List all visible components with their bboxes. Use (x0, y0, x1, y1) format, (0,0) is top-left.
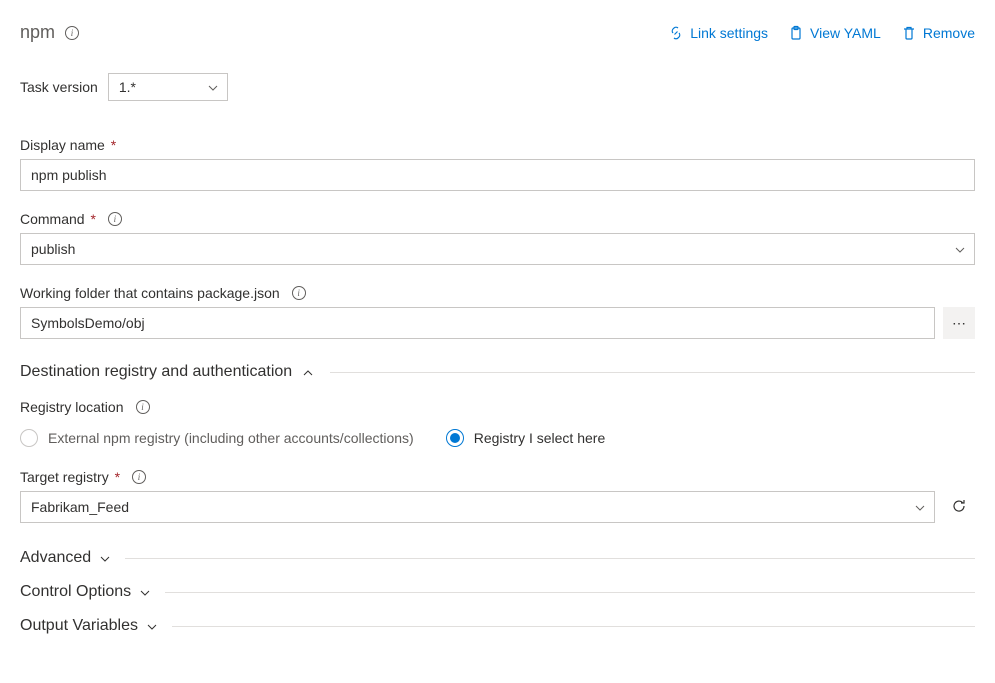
radio-select-here[interactable]: Registry I select here (446, 429, 606, 447)
chevron-down-icon (146, 621, 156, 631)
header-left: npm i (20, 22, 79, 43)
refresh-button[interactable] (943, 491, 975, 523)
ellipsis-icon: ⋯ (952, 315, 966, 332)
radio-circle-selected (446, 429, 464, 447)
task-version-value: 1.* (119, 79, 136, 95)
display-name-input[interactable] (20, 159, 975, 191)
header-links: Link settings View YAML Remove (668, 25, 975, 41)
section-output-variables[interactable]: Output Variables (20, 617, 975, 635)
chevron-down-icon (207, 82, 217, 92)
section-destination-registry[interactable]: Destination registry and authentication (20, 363, 975, 381)
section-control-options-label: Control Options (20, 583, 131, 601)
target-registry-label-row: Target registry * i (20, 469, 975, 485)
registry-location-label-row: Registry location i (20, 399, 975, 415)
collapsed-sections: Advanced Control Options Output Variable… (20, 549, 975, 635)
refresh-icon (951, 498, 967, 517)
command-label-row: Command * i (20, 211, 975, 227)
task-version-row: Task version 1.* (20, 73, 975, 101)
chevron-down-icon (954, 244, 964, 254)
task-version-label: Task version (20, 79, 98, 95)
link-settings-label: Link settings (690, 25, 768, 41)
display-name-field: Display name * (20, 137, 975, 191)
radio-select-here-label: Registry I select here (474, 430, 606, 446)
registry-location-label: Registry location (20, 399, 124, 415)
target-registry-select[interactable]: Fabrikam_Feed (20, 491, 935, 523)
clipboard-icon (788, 25, 804, 41)
divider (330, 372, 975, 373)
radio-external-registry[interactable]: External npm registry (including other a… (20, 429, 414, 447)
task-version-select[interactable]: 1.* (108, 73, 228, 101)
chevron-down-icon (99, 553, 109, 563)
command-label: Command (20, 211, 85, 227)
info-icon[interactable]: i (132, 470, 146, 484)
info-icon[interactable]: i (292, 286, 306, 300)
divider (172, 626, 975, 627)
info-icon[interactable]: i (108, 212, 122, 226)
divider (125, 558, 975, 559)
link-icon (668, 25, 684, 41)
display-name-label-row: Display name * (20, 137, 975, 153)
section-control-options[interactable]: Control Options (20, 583, 975, 601)
radio-circle-unselected (20, 429, 38, 447)
task-header: npm i Link settings View YAML (20, 22, 975, 43)
required-asterisk: * (107, 137, 116, 153)
remove-button[interactable]: Remove (901, 25, 975, 41)
view-yaml-button[interactable]: View YAML (788, 25, 881, 41)
target-registry-label: Target registry (20, 469, 109, 485)
trash-icon (901, 25, 917, 41)
chevron-down-icon (914, 502, 924, 512)
link-settings-button[interactable]: Link settings (668, 25, 768, 41)
remove-label: Remove (923, 25, 975, 41)
working-folder-field: Working folder that contains package.jso… (20, 285, 975, 339)
target-registry-value: Fabrikam_Feed (31, 499, 129, 515)
required-asterisk: * (87, 211, 96, 227)
task-title: npm (20, 22, 55, 43)
browse-button[interactable]: ⋯ (943, 307, 975, 339)
radio-external-label: External npm registry (including other a… (48, 430, 414, 446)
chevron-down-icon (139, 587, 149, 597)
target-registry-field: Target registry * i Fabrikam_Feed (20, 469, 975, 523)
section-advanced[interactable]: Advanced (20, 549, 975, 567)
info-icon[interactable]: i (65, 26, 79, 40)
registry-location-field: Registry location i External npm registr… (20, 399, 975, 447)
working-folder-label-row: Working folder that contains package.jso… (20, 285, 975, 301)
required-asterisk: * (111, 469, 120, 485)
display-name-label: Display name (20, 137, 105, 153)
working-folder-input[interactable] (20, 307, 935, 339)
registry-location-radios: External npm registry (including other a… (20, 429, 975, 447)
section-destination-label: Destination registry and authentication (20, 363, 292, 381)
command-field: Command * i publish (20, 211, 975, 265)
section-advanced-label: Advanced (20, 549, 91, 567)
section-output-variables-label: Output Variables (20, 617, 138, 635)
chevron-up-icon (302, 367, 312, 377)
view-yaml-label: View YAML (810, 25, 881, 41)
working-folder-label: Working folder that contains package.jso… (20, 285, 280, 301)
command-select[interactable]: publish (20, 233, 975, 265)
divider (165, 592, 975, 593)
radio-dot (450, 433, 460, 443)
command-value: publish (31, 241, 75, 257)
info-icon[interactable]: i (136, 400, 150, 414)
